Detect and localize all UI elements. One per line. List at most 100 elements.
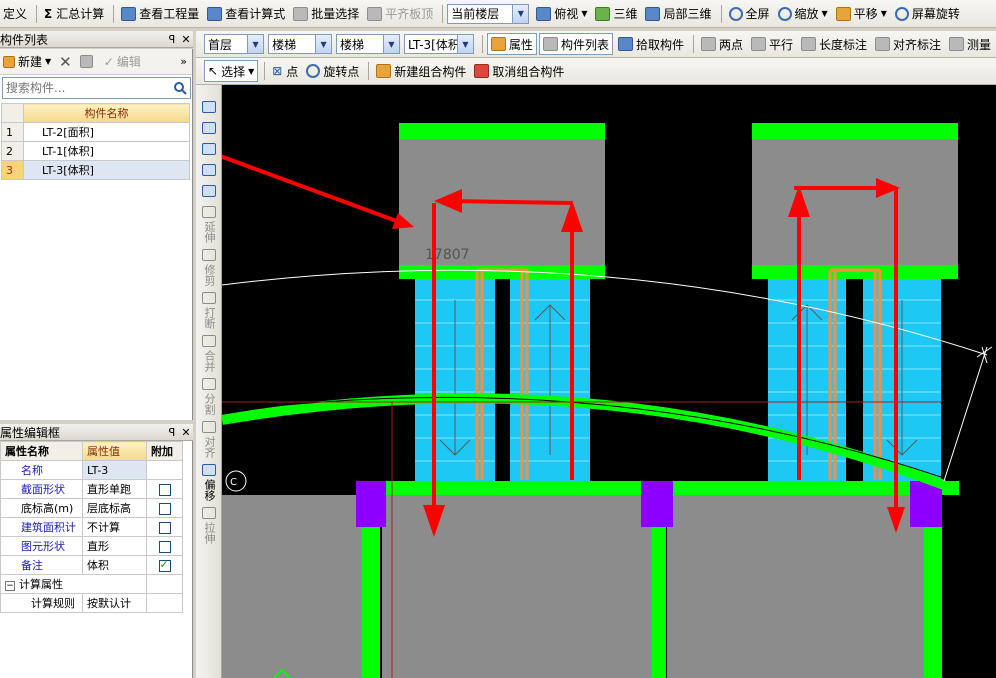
component-name[interactable]: LT-2[面积]: [23, 122, 190, 142]
floor-combo[interactable]: 首层 ▼: [204, 34, 265, 54]
length-dimension-button[interactable]: 长度标注: [798, 33, 870, 55]
merge-tool[interactable]: 合并: [196, 329, 222, 372]
zoom-button[interactable]: 缩放 ▼: [775, 3, 831, 25]
extend-tool[interactable]: 延伸: [196, 200, 222, 243]
new-group-button[interactable]: 新建组合构件: [373, 60, 469, 82]
local-3d-icon: [645, 6, 661, 21]
property-row[interactable]: 截面形状 直形单跑: [0, 479, 183, 499]
extra-checkbox[interactable]: [158, 521, 171, 534]
rotate-screen-button[interactable]: 屏幕旋转: [892, 3, 963, 25]
search-icon[interactable]: [170, 78, 190, 98]
main-toolbar: 定义 Σ 汇总计算 查看工程量 查看计算式 批量选择 平齐板顶 当前楼层 ▼ 俯视 ▼…: [0, 0, 996, 28]
prop-value[interactable]: 直形单跑: [82, 479, 147, 499]
pick-component-button[interactable]: 拾取构件: [615, 33, 687, 55]
rotate-point-button[interactable]: 旋转点: [303, 60, 362, 82]
list-icon: [542, 37, 558, 51]
extra-checkbox-checked[interactable]: [158, 558, 171, 572]
copy-icon: [202, 122, 216, 134]
align-slab-top-button[interactable]: 平齐板顶: [364, 3, 436, 25]
view-formula-button[interactable]: 查看计算式: [204, 3, 288, 25]
header-extra: 附加: [146, 441, 183, 461]
fullscreen-button[interactable]: 全屏: [726, 3, 773, 25]
point-button[interactable]: ⊠ 点: [269, 60, 301, 82]
mirror-tool[interactable]: [196, 137, 222, 158]
property-row[interactable]: 计算规则 按默认计: [0, 593, 183, 613]
3d-view-button[interactable]: 三维: [592, 3, 640, 25]
pin-icon[interactable]: ꟼ: [165, 33, 179, 46]
measure-button[interactable]: 测量: [946, 33, 994, 55]
column-2: [641, 481, 673, 527]
prop-value[interactable]: LT-3: [82, 460, 147, 480]
batch-select-button[interactable]: 批量选择: [290, 3, 362, 25]
prop-name: 底标高(m): [0, 498, 83, 518]
pan-button[interactable]: 平移 ▼: [833, 3, 890, 25]
parallel-button[interactable]: 平行: [748, 33, 796, 55]
copy-tool[interactable]: [196, 116, 222, 137]
table-row[interactable]: 2 LT-1[体积]: [1, 141, 190, 161]
collapse-icon[interactable]: −: [5, 581, 15, 591]
pin-icon[interactable]: ꟼ: [165, 426, 179, 439]
component-name[interactable]: LT-1[体积]: [23, 141, 190, 161]
split-icon: [202, 378, 216, 390]
extra-checkbox[interactable]: [158, 483, 171, 496]
select-button[interactable]: ↖ 选择 ▼: [204, 60, 259, 82]
close-icon[interactable]: ✕: [179, 33, 193, 46]
type-combo[interactable]: 楼梯 ▼: [336, 34, 400, 54]
prop-value[interactable]: 按默认计: [82, 593, 147, 613]
property-row[interactable]: 建筑面积计 不计算: [0, 517, 183, 537]
align-slab-top-icon: [367, 6, 383, 21]
search-input[interactable]: [3, 79, 170, 97]
component-name[interactable]: LT-3[体积]: [23, 160, 190, 180]
prop-value[interactable]: 层底标高: [82, 498, 147, 518]
align-tool[interactable]: 对齐: [196, 415, 222, 458]
brush-tool[interactable]: [196, 95, 222, 116]
property-row[interactable]: 图元形状 直形: [0, 536, 183, 556]
split-tool[interactable]: 分割: [196, 372, 222, 415]
overflow-icon[interactable]: »: [180, 55, 187, 68]
cancel-group-button[interactable]: 取消组合构件: [471, 60, 567, 82]
property-row[interactable]: 底标高(m) 层底标高: [0, 498, 183, 518]
table-row[interactable]: 1 LT-2[面积]: [1, 122, 190, 142]
component-combo[interactable]: LT-3[体积 ▼: [403, 34, 474, 54]
extra-checkbox[interactable]: [158, 502, 171, 515]
two-point-button[interactable]: 两点: [698, 33, 746, 55]
component-list-toggle[interactable]: 构件列表: [538, 33, 613, 55]
group-header[interactable]: − 计算属性: [0, 574, 147, 594]
copy-button[interactable]: [77, 51, 99, 73]
delete-button[interactable]: ✕: [56, 51, 75, 73]
top-view-button[interactable]: 俯视 ▼: [533, 3, 590, 25]
break-tool[interactable]: 打断: [196, 286, 222, 329]
stretch-tool[interactable]: 拉伸: [196, 501, 222, 544]
prop-name: 计算规则: [0, 593, 83, 613]
category-combo[interactable]: 楼梯 ▼: [268, 34, 333, 54]
view-quantity-button[interactable]: 查看工程量: [118, 3, 202, 25]
offset-tool[interactable]: 偏移: [196, 458, 222, 501]
rotate-tool[interactable]: [196, 179, 222, 200]
drawing-canvas[interactable]: 17807 C: [222, 85, 996, 678]
lower-room-1: [382, 495, 652, 678]
move-tool[interactable]: [196, 158, 222, 179]
chevron-down-icon: ▼: [512, 4, 529, 23]
edit-button[interactable]: ✓ 编辑: [101, 51, 144, 73]
property-row[interactable]: 备注 体积: [0, 555, 183, 575]
properties-toggle[interactable]: 属性: [486, 33, 537, 55]
summary-calc-button[interactable]: Σ 汇总计算: [41, 3, 107, 25]
local-3d-button[interactable]: 局部三维: [642, 3, 714, 25]
trim-tool[interactable]: 修剪: [196, 243, 222, 286]
prop-value[interactable]: 不计算: [82, 517, 147, 537]
align-dimension-button[interactable]: 对齐标注: [872, 33, 944, 55]
table-row-selected[interactable]: 3 LT-3[体积]: [1, 160, 190, 180]
new-component-button[interactable]: 新建 ▼: [0, 51, 54, 73]
zoom-icon: [777, 6, 792, 21]
header-corner: [1, 103, 24, 123]
prop-value[interactable]: 体积: [82, 555, 147, 575]
property-group-row[interactable]: − 计算属性: [0, 574, 183, 594]
extra-checkbox[interactable]: [158, 540, 171, 553]
close-icon[interactable]: ✕: [179, 426, 193, 439]
toolbar-separator: [720, 4, 722, 23]
toolbar-separator: [368, 62, 370, 80]
floor-select[interactable]: 当前楼层 ▼: [447, 3, 530, 24]
define-button[interactable]: 定义: [0, 3, 30, 25]
prop-value[interactable]: 直形: [82, 536, 147, 556]
property-row[interactable]: 名称 LT-3: [0, 460, 183, 480]
